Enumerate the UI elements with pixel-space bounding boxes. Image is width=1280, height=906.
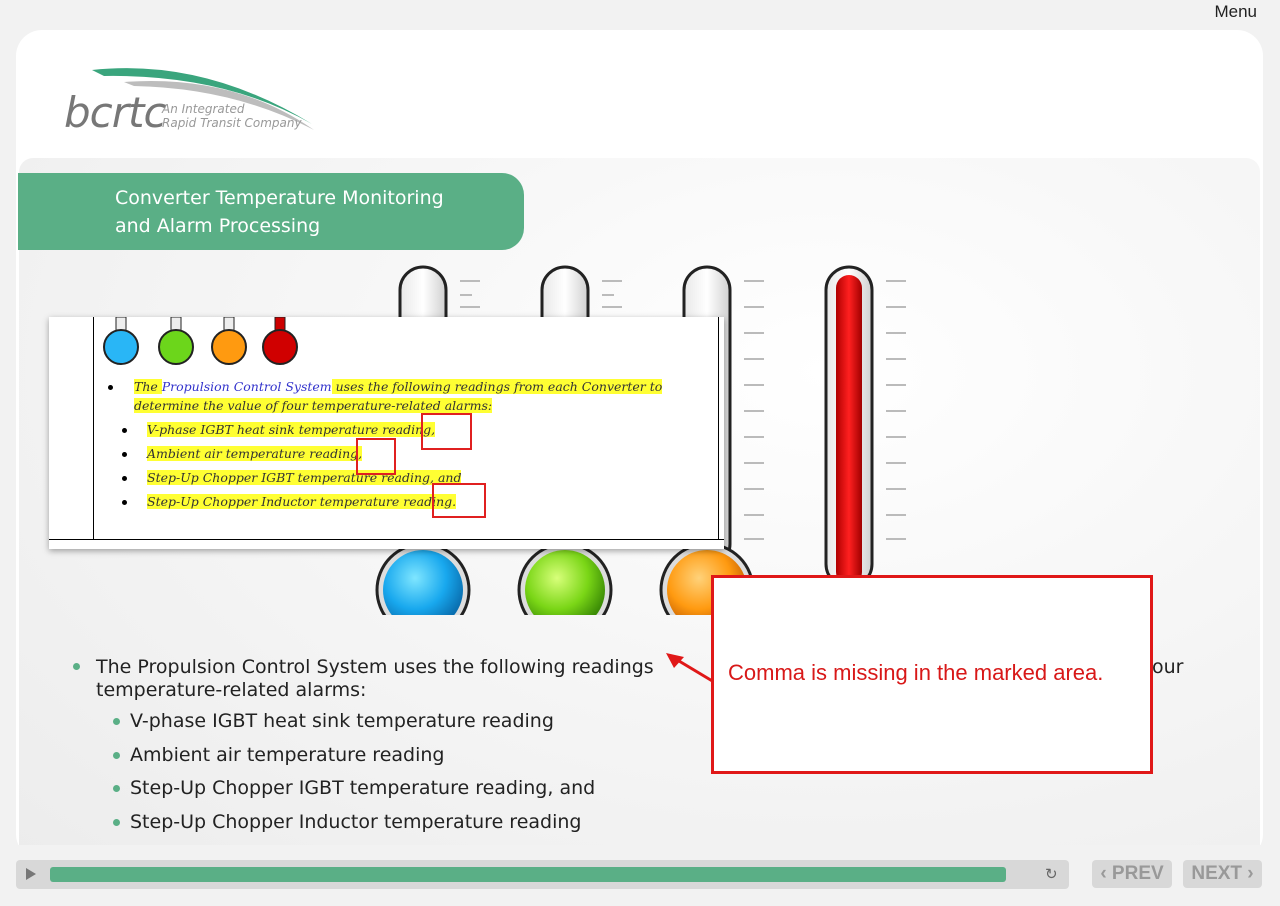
doc-item: Ambient air temperature reading, [147, 446, 363, 461]
doc-bullet [108, 385, 113, 390]
doc-item: Step-Up Chopper Inductor temperature rea… [147, 494, 457, 509]
bullet-dot [113, 718, 120, 725]
logo-tagline: An Integrated Rapid Transit Company [162, 102, 302, 130]
bullet-dot [113, 785, 120, 792]
doc-item: Step-Up Chopper IGBT temperature reading… [147, 470, 462, 485]
doc-bottom-rule [49, 539, 724, 540]
menu-button[interactable]: Menu [1214, 2, 1257, 22]
logo-wordmark: bcrtc [64, 88, 167, 137]
sub-bullet: Step-Up Chopper Inductor temperature rea… [130, 811, 582, 833]
mini-thermometers-icon [103, 317, 298, 365]
bullet-main-tail: our [1152, 656, 1184, 678]
doc-bullet [122, 500, 127, 505]
document-excerpt: The Propulsion Control System uses the f… [49, 317, 724, 549]
bcrtc-logo: bcrtc An Integrated Rapid Transit Compan… [64, 64, 324, 137]
sub-bullet: Step-Up Chopper IGBT temperature reading… [130, 777, 596, 799]
review-comment-text: Comma is missing in the marked area. [728, 660, 1104, 685]
progress-bar[interactable]: ↻ [16, 860, 1069, 889]
doc-bullet [122, 476, 127, 481]
doc-bullet [122, 452, 127, 457]
error-marker-box [432, 483, 486, 518]
thermometer-red [824, 265, 874, 589]
progress-fill [50, 867, 1006, 882]
sub-bullet: Ambient air temperature reading [130, 744, 445, 766]
prev-button[interactable]: ‹ PREV [1092, 860, 1172, 888]
slide-title: Converter Temperature Monitoring and Ala… [115, 187, 444, 237]
review-comment-callout: Comma is missing in the marked area. [711, 575, 1153, 774]
doc-intro-line-2: determine the value of four temperature-… [134, 398, 493, 413]
next-button[interactable]: NEXT › [1183, 860, 1262, 888]
doc-margin-line [93, 317, 94, 539]
doc-bullet [122, 428, 127, 433]
bullet-dot [73, 663, 80, 670]
doc-item: V-phase IGBT heat sink temperature readi… [147, 422, 436, 437]
bullet-main: The Propulsion Control System uses the f… [96, 656, 660, 678]
error-marker-box [356, 438, 396, 475]
play-icon[interactable] [26, 868, 36, 880]
bullet-dot [113, 752, 120, 759]
doc-margin-line-right [718, 317, 719, 539]
replay-icon[interactable]: ↻ [1045, 865, 1058, 883]
doc-intro-line-1: The Propulsion Control System uses the f… [134, 379, 663, 394]
error-marker-box [421, 413, 472, 450]
bullet-main-line-2: temperature-related alarms: [96, 679, 367, 701]
bullet-dot [113, 819, 120, 826]
sub-bullet: V-phase IGBT heat sink temperature readi… [130, 710, 554, 732]
